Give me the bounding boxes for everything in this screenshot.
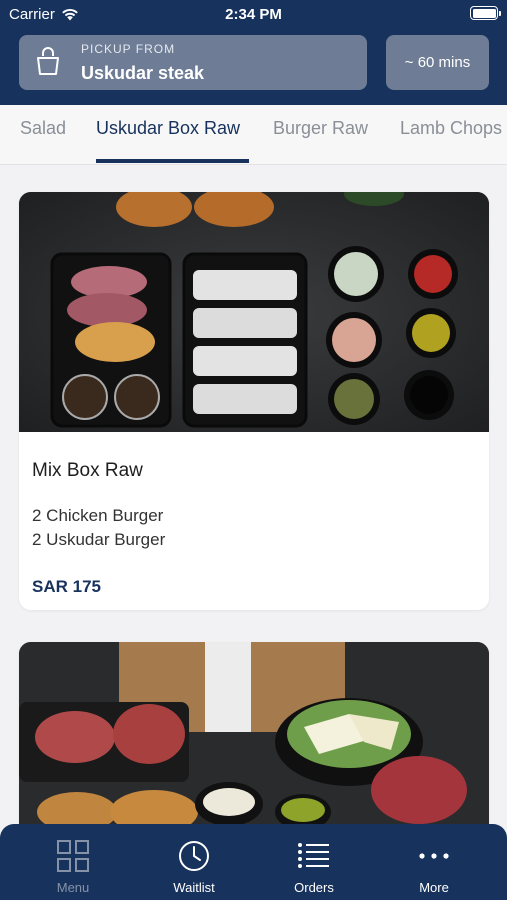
eta-button[interactable]: ~ 60 mins [386,35,489,90]
nav-waitlist-label: Waitlist [173,880,215,895]
status-time: 2:34 PM [225,6,282,23]
nav-menu[interactable]: Menu [13,824,133,900]
tab-salad[interactable]: Salad [20,118,66,139]
active-tab-indicator [96,159,249,163]
list-icon [298,843,329,868]
tab-lamb-chops[interactable]: Lamb Chops [400,118,502,139]
shopping-bag-icon [37,47,59,75]
status-bar: Carrier 2:34 PM [0,0,507,28]
product-card[interactable]: Mix Box Raw 2 Chicken Burger 2 Uskudar B… [19,192,489,610]
pickup-location-selector[interactable]: PICKUP FROM Uskudar steak [19,35,367,90]
product-card[interactable] [19,642,489,842]
nav-more[interactable]: More [374,824,494,900]
product-title: Mix Box Raw [32,460,143,481]
clock-icon [179,841,209,871]
description-line: 2 Chicken Burger [32,506,164,525]
grid-icon [57,840,89,872]
nav-more-label: More [419,880,449,895]
product-image [19,642,489,842]
description-line: 2 Uskudar Burger [32,530,166,549]
category-tabs: Salad Uskudar Box Raw Burger Raw Lamb Ch… [0,105,507,165]
product-image [19,192,489,432]
eta-label: ~ 60 mins [404,54,471,71]
app-header: Carrier 2:34 PM PICKUP FROM Uskudar stea… [0,0,507,105]
tab-uskudar-box-raw[interactable]: Uskudar Box Raw [96,118,240,139]
nav-orders-label: Orders [294,880,334,895]
bottom-tab-bar: Menu Waitlist Orders More [0,824,507,900]
product-description: 2 Chicken Burger 2 Uskudar Burger [32,504,165,552]
tab-burger-raw[interactable]: Burger Raw [273,118,368,139]
product-price: SAR 175 [32,577,101,596]
nav-orders[interactable]: Orders [254,824,374,900]
more-dots-icon [419,853,449,859]
battery-icon [470,6,501,20]
nav-menu-label: Menu [56,880,90,895]
pickup-location: Uskudar steak [81,63,205,83]
nav-waitlist[interactable]: Waitlist [134,824,254,900]
pickup-label: PICKUP FROM [81,42,176,56]
